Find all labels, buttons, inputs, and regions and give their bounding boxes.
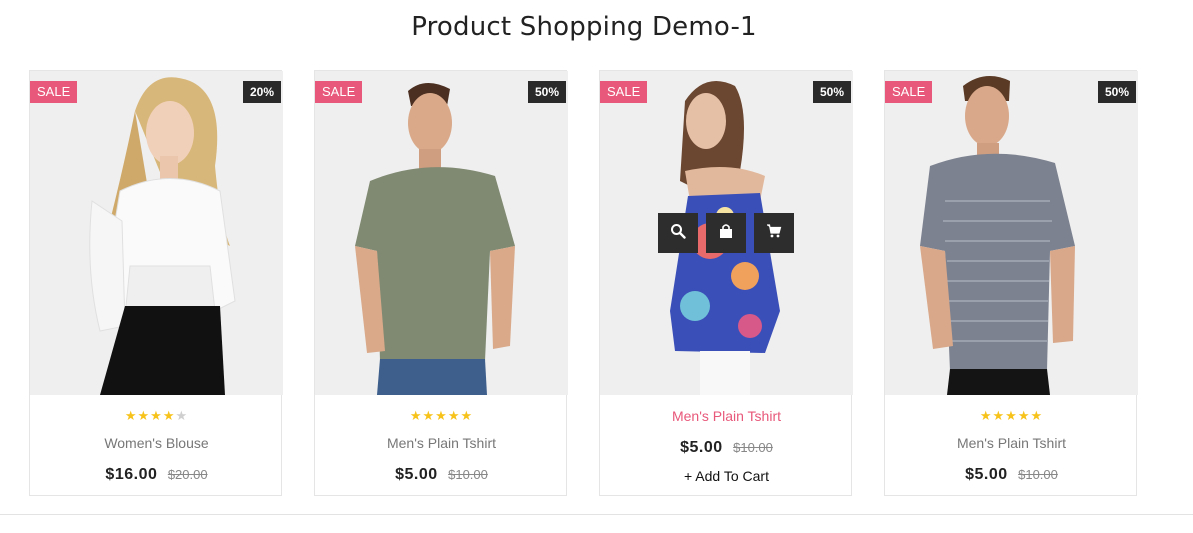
sale-badge: SALE [30,81,78,103]
star-icon: ★ [124,408,138,423]
product-card[interactable]: SALE 50% ★★★★★ Men's Plain Tshirt $5.00 … [314,70,568,496]
current-price: $5.00 [965,466,1008,483]
star-icon: ★ [1017,408,1031,423]
star-icon: ★ [979,408,993,423]
star-icon: ★ [422,408,436,423]
sale-badge: SALE [600,81,648,103]
add-to-cart-icon-button[interactable] [754,213,794,253]
star-icon: ★ [137,408,151,423]
old-price: $20.00 [167,467,208,482]
discount-badge: 50% [812,81,851,103]
cart-icon [766,223,782,244]
shopping-bag-icon [718,223,734,244]
product-name[interactable]: Men's Plain Tshirt [885,435,1138,451]
rating-stars: ★★★★★ [885,409,1138,423]
product-name[interactable]: Men's Plain Tshirt [315,435,568,451]
star-icon: ★ [447,408,461,423]
current-price: $16.00 [105,466,158,483]
star-icon: ★ [435,408,448,423]
star-icon: ★ [1005,408,1018,423]
product-card[interactable]: SALE 20% ★★★★★ Women's Blouse $16.00 $20… [29,70,283,496]
old-price: $10.00 [733,440,773,455]
discount-badge: 20% [242,81,281,103]
star-icon: ★ [992,408,1006,423]
add-to-cart-link[interactable]: + Add To Cart [600,468,853,484]
sale-badge: SALE [885,81,933,103]
product-image[interactable] [315,71,568,395]
star-icon: ★ [150,408,163,423]
star-icon: ★ [409,408,423,423]
star-icon: ★ [460,408,474,423]
product-card[interactable]: SALE 50% ★★★★★ Men's Plain Tshirt $5.00 … [884,70,1138,496]
product-name[interactable]: Women's Blouse [30,435,283,451]
current-price: $5.00 [680,439,723,456]
product-card-hovered[interactable]: SALE 50% Men's Plain Tshirt $5.00 $10.00… [599,70,853,496]
star-icon: ★ [162,408,176,423]
product-name[interactable]: Men's Plain Tshirt [600,408,853,424]
quick-view-button[interactable] [658,213,698,253]
old-price: $10.00 [448,467,488,482]
page-title: Product Shopping Demo-1 [411,12,757,42]
star-icon: ★ [175,408,189,423]
section-divider [0,514,1193,515]
rating-stars: ★★★★★ [30,409,283,423]
rating-stars: ★★★★★ [315,409,568,423]
search-icon [670,223,686,244]
discount-badge: 50% [1097,81,1136,103]
old-price: $10.00 [1018,467,1058,482]
current-price: $5.00 [395,466,438,483]
sale-badge: SALE [315,81,363,103]
discount-badge: 50% [527,81,566,103]
wishlist-bag-button[interactable] [706,213,746,253]
product-image[interactable] [30,71,283,395]
star-icon: ★ [1030,408,1044,423]
product-image[interactable] [885,71,1138,395]
